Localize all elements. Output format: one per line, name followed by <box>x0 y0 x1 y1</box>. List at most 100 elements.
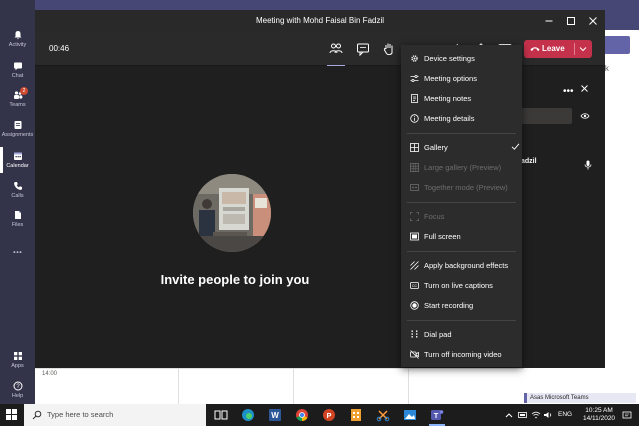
menu-item-meeting-notes[interactable]: Meeting notes <box>401 89 522 109</box>
panel-search-input[interactable] <box>520 108 572 124</box>
video-off-icon <box>410 350 419 359</box>
language-indicator[interactable]: ENG <box>558 411 572 418</box>
together-mode-icon <box>410 184 419 191</box>
chevron-down-icon[interactable] <box>578 44 588 54</box>
rail-label: Teams <box>9 102 26 108</box>
menu-item-large-gallery[interactable]: Large gallery (Preview) <box>401 158 522 178</box>
menu-item-label: Start recording <box>424 301 474 310</box>
chevron-up-icon[interactable] <box>504 411 514 419</box>
raise-hand-icon[interactable] <box>380 40 398 58</box>
rail-label: Calendar <box>6 163 29 169</box>
rail-item-teams[interactable]: 2 Teams <box>0 87 35 108</box>
checkmark-icon <box>511 143 520 150</box>
chat-icon <box>13 62 22 71</box>
info-icon <box>410 114 419 123</box>
menu-item-label: Meeting details <box>424 114 475 123</box>
taskbar-search-input[interactable]: Type here to search <box>24 404 206 426</box>
file-icon <box>14 211 21 219</box>
menu-item-live-captions[interactable]: CC Turn on live captions <box>401 276 522 296</box>
menu-item-meeting-options[interactable]: Meeting options <box>401 69 522 89</box>
help-icon: ? <box>13 381 22 391</box>
hang-up-icon <box>530 47 540 51</box>
participants-icon[interactable] <box>327 40 345 58</box>
rail-label: Calls <box>11 193 24 199</box>
menu-item-incoming-video[interactable]: Turn off incoming video <box>401 345 522 365</box>
participant-name: adzil <box>521 158 537 165</box>
calendar-icon <box>13 152 22 160</box>
menu-divider <box>407 251 516 252</box>
taskbar-clock[interactable]: 10:25 AM 14/11/2020 <box>583 407 615 423</box>
rail-item-help[interactable]: ? Help <box>0 381 35 399</box>
more-icon: ... <box>12 244 23 256</box>
menu-divider <box>407 133 516 134</box>
rail-label: Apps <box>11 363 24 369</box>
rail-item-calendar[interactable]: Calendar <box>0 147 35 173</box>
rail-item-calls[interactable]: Calls <box>0 181 35 199</box>
phone-icon <box>13 182 22 190</box>
large-gallery-icon <box>410 163 419 172</box>
menu-item-start-recording[interactable]: Start recording <box>401 296 522 316</box>
svg-text:W: W <box>271 411 279 420</box>
menu-item-gallery[interactable]: Gallery <box>401 138 522 158</box>
meeting-titlebar: Meeting with Mohd Faisal Bin Fadzil <box>35 10 605 32</box>
menu-item-label: Gallery <box>424 143 448 152</box>
word-icon[interactable]: W <box>268 408 282 422</box>
notification-icon[interactable] <box>622 411 632 420</box>
calculator-icon[interactable] <box>349 408 363 422</box>
panel-close-icon[interactable] <box>580 84 589 93</box>
windows-start-icon[interactable] <box>6 409 17 420</box>
svg-text:CC: CC <box>412 284 418 288</box>
leave-button[interactable]: Leave <box>524 40 592 58</box>
task-view-icon[interactable] <box>214 408 228 422</box>
photos-icon[interactable] <box>403 408 417 422</box>
menu-item-dial-pad[interactable]: Dial pad <box>401 325 522 345</box>
search-placeholder: Type here to search <box>47 410 114 419</box>
battery-icon[interactable] <box>518 411 528 419</box>
rail-item-chat[interactable]: Chat <box>0 61 35 79</box>
menu-item-together-mode[interactable]: Together mode (Preview) <box>401 178 522 198</box>
calendar-grid <box>35 368 524 404</box>
chrome-icon[interactable] <box>295 408 309 422</box>
menu-item-full-screen[interactable]: Full screen <box>401 227 522 247</box>
panel-more-button[interactable]: ••• <box>563 86 574 97</box>
leave-label: Leave <box>542 44 565 53</box>
close-icon[interactable] <box>586 14 600 28</box>
powerpoint-icon[interactable]: P <box>322 408 336 422</box>
wifi-icon[interactable] <box>531 411 541 419</box>
participant-mic-icon <box>584 160 592 170</box>
menu-divider <box>407 202 516 203</box>
chat-icon[interactable] <box>354 40 372 58</box>
svg-text:P: P <box>326 411 331 420</box>
menu-item-background-effects[interactable]: Apply background effects <box>401 256 522 276</box>
maximize-icon[interactable] <box>564 14 578 28</box>
menu-item-device-settings[interactable]: Device settings <box>401 49 522 69</box>
menu-item-label: Turn off incoming video <box>424 350 502 359</box>
teams-badge: 2 <box>20 87 28 95</box>
rail-item-more[interactable]: ... <box>0 244 35 256</box>
minimize-icon[interactable] <box>542 14 556 28</box>
rail-item-activity[interactable]: Activity <box>0 30 35 48</box>
menu-item-label: Dial pad <box>424 330 452 339</box>
app-rail: Activity Chat 2 Teams Assignments Calend… <box>0 0 35 404</box>
new-meeting-button[interactable] <box>604 36 630 54</box>
snip-tool-icon[interactable] <box>376 408 390 422</box>
edge-icon[interactable] <box>241 408 255 422</box>
menu-item-meeting-details[interactable]: Meeting details <box>401 109 522 129</box>
svg-text:T: T <box>434 411 439 420</box>
teams-taskbar-icon[interactable]: T <box>430 408 444 422</box>
windows-taskbar: Type here to search W P T ENG 10:25 AM 1… <box>0 404 639 426</box>
clock-time: 10:25 AM <box>585 407 613 414</box>
rail-item-files[interactable]: Files <box>0 210 35 228</box>
calendar-time-label: 14:00 <box>42 371 58 377</box>
menu-item-focus[interactable]: Focus <box>401 207 522 227</box>
rail-item-apps[interactable]: Apps <box>0 351 35 369</box>
menu-item-label: Apply background effects <box>424 261 509 270</box>
volume-icon[interactable] <box>543 411 553 419</box>
calendar-divider <box>408 368 409 404</box>
eye-icon[interactable] <box>580 111 590 121</box>
rail-item-assignments[interactable]: Assignments <box>0 120 35 138</box>
clock-date: 14/11/2020 <box>583 415 616 422</box>
participant-photo <box>193 174 271 252</box>
calendar-event[interactable]: Asas Microsoft Teams <box>524 393 636 403</box>
menu-divider <box>407 320 516 321</box>
